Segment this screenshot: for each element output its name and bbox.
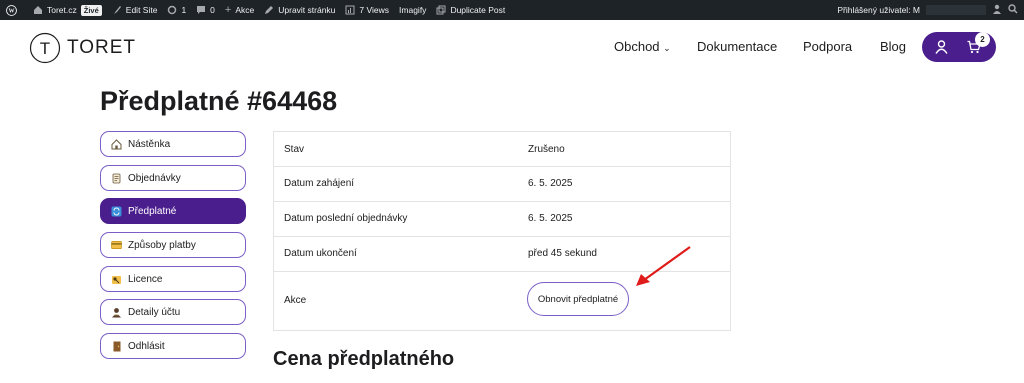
nav-label: Obchod <box>614 39 660 54</box>
imagify-label: Imagify <box>399 5 427 15</box>
row-value: před 45 sekund <box>528 248 597 259</box>
row-value: 6. 5. 2025 <box>528 213 573 224</box>
logo-text: TORET <box>67 37 137 58</box>
table-row: Datum poslední objednávky 6. 5. 2025 <box>274 201 730 237</box>
user-avatar-icon <box>992 4 1002 16</box>
comment-icon <box>196 5 206 15</box>
admin-site-link[interactable]: Toret.cz Živé <box>28 0 107 20</box>
duplicate-post-label: Duplicate Post <box>450 5 506 15</box>
edit-site-label: Edit Site <box>125 5 158 15</box>
sidebar-item-licenses[interactable]: Licence <box>100 266 246 292</box>
user-icon[interactable] <box>935 40 948 59</box>
sidebar-item-dashboard[interactable]: Nástěnka <box>100 131 246 157</box>
svg-text:W: W <box>8 8 14 14</box>
row-value: Zrušeno <box>528 144 565 155</box>
site-name: Toret.cz <box>47 5 77 15</box>
sidebar-item-label: Předplatné <box>128 205 177 217</box>
sidebar-item-label: Licence <box>128 273 163 285</box>
edit-page-label: Upravit stránku <box>278 5 336 15</box>
logged-in-label: Přihlášený uživatel: M <box>837 5 920 15</box>
new-label: Akce <box>235 5 255 15</box>
nav-item-blog[interactable]: Blog <box>880 39 906 54</box>
sidebar-item-label: Odhlásit <box>128 340 165 352</box>
search-icon[interactable] <box>1008 4 1018 16</box>
new-content-link[interactable]: + Akce <box>220 0 259 20</box>
row-label: Datum poslední objednávky <box>284 213 408 224</box>
red-arrow-annotation <box>636 246 691 286</box>
home-icon <box>33 5 43 15</box>
sidebar-item-label: Způsoby platby <box>128 239 196 251</box>
sidebar-item-payment-methods[interactable]: Způsoby platby <box>100 232 246 258</box>
chart-icon <box>345 5 355 15</box>
brush-icon <box>112 5 122 15</box>
credit-card-icon <box>111 240 122 251</box>
table-row: Stav Zrušeno <box>274 132 730 167</box>
row-label: Datum ukončení <box>284 248 357 259</box>
imagify-link[interactable]: Imagify <box>394 0 431 20</box>
door-icon <box>111 341 122 352</box>
comments-link[interactable]: 0 <box>191 0 220 20</box>
edit-page-link[interactable]: Upravit stránku <box>259 0 340 20</box>
admin-bar: W Toret.cz Živé Edit Site 1 0 + Akce Upr… <box>0 0 1024 20</box>
refresh-icon <box>167 5 177 15</box>
redacted-username <box>926 5 986 15</box>
live-badge: Živé <box>80 4 102 16</box>
page-title: Předplatné #64468 <box>100 86 338 116</box>
cart-count-badge: 2 <box>975 32 990 47</box>
row-label: Akce <box>284 295 307 306</box>
site-logo[interactable]: T TORET <box>29 32 136 64</box>
renew-subscription-button[interactable]: Obnovit předplatné <box>527 282 629 316</box>
nav-item-dokumentace[interactable]: Dokumentace <box>697 39 777 54</box>
edit-site-link[interactable]: Edit Site <box>107 0 163 20</box>
scroll-icon <box>111 173 122 184</box>
row-value: 6. 5. 2025 <box>528 178 573 189</box>
user-icon <box>111 307 122 318</box>
comments-count: 0 <box>210 5 215 15</box>
chevron-down-icon: ⌄ <box>663 43 671 53</box>
nav-item-podpora[interactable]: Podpora <box>803 39 852 54</box>
plus-icon: + <box>224 4 232 16</box>
row-label: Datum zahájení <box>284 178 355 189</box>
sidebar-item-orders[interactable]: Objednávky <box>100 165 246 191</box>
duplicate-icon <box>436 5 446 15</box>
subscription-details-table: Stav Zrušeno Datum zahájení 6. 5. 2025 D… <box>273 131 731 331</box>
sidebar-item-label: Objednávky <box>128 172 181 184</box>
account-menu[interactable]: Přihlášený uživatel: M <box>837 0 1018 20</box>
key-icon <box>111 274 122 285</box>
row-label: Stav <box>284 144 305 155</box>
house-icon <box>111 138 122 150</box>
pencil-icon <box>264 5 274 15</box>
views-label: 7 Views <box>359 5 390 15</box>
nav-item-obchod[interactable]: Obchod ⌄ <box>614 39 671 54</box>
sidebar-item-subscriptions[interactable]: Předplatné <box>100 198 246 224</box>
wordpress-logo-icon[interactable]: W <box>0 0 22 20</box>
sidebar-item-label: Detaily účtu <box>128 306 181 318</box>
views-link[interactable]: 7 Views <box>340 0 394 20</box>
sidebar-item-logout[interactable]: Odhlásit <box>100 333 246 359</box>
table-row: Datum zahájení 6. 5. 2025 <box>274 166 730 202</box>
sidebar-item-account-details[interactable]: Detaily účtu <box>100 299 246 325</box>
duplicate-post-link[interactable]: Duplicate Post <box>431 0 510 20</box>
section-title-price: Cena předplatného <box>273 348 455 370</box>
updates-count: 1 <box>181 5 187 15</box>
logo-letter: T <box>40 39 50 58</box>
logo-circle-icon: T <box>29 32 61 64</box>
sidebar-item-label: Nástěnka <box>128 138 171 150</box>
updates-link[interactable]: 1 <box>162 0 191 20</box>
repeat-icon <box>111 206 122 217</box>
